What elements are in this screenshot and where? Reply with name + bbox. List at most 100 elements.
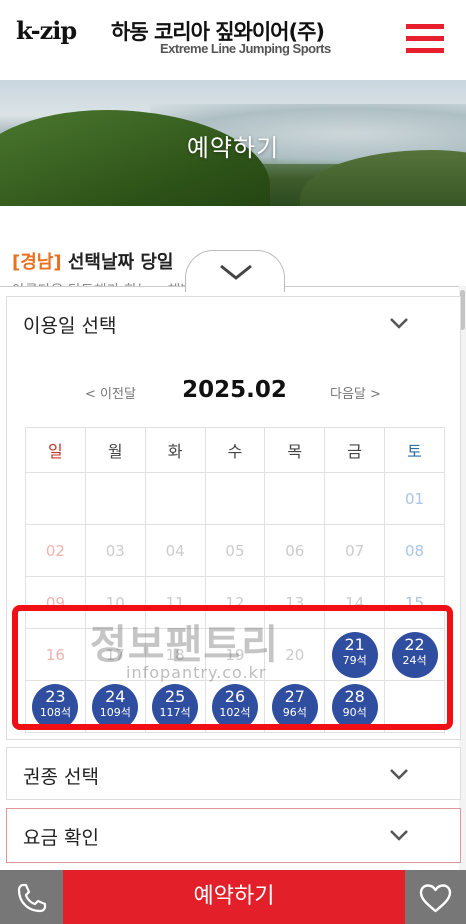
remaining-seats: 96석 bbox=[282, 706, 307, 720]
chevron-down-icon bbox=[390, 769, 408, 780]
logo-mark[interactable]: k-zip bbox=[16, 16, 77, 45]
ticket-section: 권종 선택 bbox=[6, 747, 461, 800]
remaining-seats: 117석 bbox=[159, 706, 191, 720]
ticket-section-header[interactable]: 권종 선택 bbox=[7, 748, 460, 800]
calendar-day: 20 bbox=[264, 628, 326, 681]
calendar-day: 01 bbox=[384, 472, 445, 525]
chevron-down-icon bbox=[220, 264, 252, 280]
page-title: 예약하기 bbox=[186, 134, 280, 162]
calendar-day: 13 bbox=[264, 576, 326, 629]
calendar-day-available: 21 79석 bbox=[324, 628, 386, 681]
calendar-day-available: 28 90석 bbox=[324, 680, 386, 733]
available-date-button[interactable]: 26 102석 bbox=[211, 683, 258, 730]
month-navigation: 2025.02 < 이전달 다음달 > bbox=[7, 377, 462, 407]
calendar-day bbox=[144, 472, 206, 525]
weekday-label: 수 bbox=[204, 427, 266, 473]
calendar-week: 09 10 11 12 13 14 15 bbox=[25, 576, 445, 629]
available-date-button[interactable]: 28 90석 bbox=[331, 683, 378, 730]
date-section-label: 이용일 선택 bbox=[23, 315, 117, 337]
weekday-label: 월 bbox=[84, 427, 146, 473]
date-number: 27 bbox=[284, 686, 305, 706]
calendar-day: 05 bbox=[204, 524, 266, 577]
price-section-label: 요금 확인 bbox=[23, 827, 99, 849]
calendar-day bbox=[324, 472, 386, 525]
chevron-down-icon bbox=[390, 830, 408, 841]
date-number: 22 bbox=[404, 634, 425, 654]
calendar-day bbox=[25, 472, 86, 525]
product-heading: [경남] 선택날짜 당일 bbox=[12, 248, 174, 274]
weekday-label: 금 bbox=[324, 427, 386, 473]
available-date-button[interactable]: 24 109석 bbox=[92, 683, 139, 730]
date-number: 28 bbox=[344, 686, 365, 706]
calendar-day: 10 bbox=[84, 576, 146, 629]
calendar-day: 14 bbox=[324, 576, 386, 629]
price-section: 요금 확인 bbox=[6, 808, 461, 863]
date-section: 이용일 선택 2025.02 < 이전달 다음달 > 일월화수목금토 01 02 0… bbox=[6, 296, 461, 740]
calendar-day: 17 bbox=[84, 628, 146, 681]
available-date-button[interactable]: 21 79석 bbox=[331, 631, 378, 678]
date-number: 25 bbox=[164, 686, 186, 706]
reserve-button[interactable]: 예약하기 bbox=[63, 870, 405, 924]
phone-button[interactable] bbox=[0, 870, 63, 924]
calendar-day: 04 bbox=[144, 524, 206, 577]
date-section-header[interactable]: 이용일 선택 bbox=[7, 297, 460, 349]
calendar-week: 02 03 04 05 06 07 08 bbox=[25, 524, 445, 577]
remaining-seats: 102석 bbox=[219, 706, 251, 720]
date-number: 24 bbox=[105, 686, 126, 706]
calendar-day bbox=[84, 472, 146, 525]
available-date-button[interactable]: 23 108석 bbox=[32, 683, 79, 730]
calendar-day: 12 bbox=[204, 576, 266, 629]
date-number: 21 bbox=[344, 634, 365, 654]
calendar-week: 16 17 18 19 20 21 79석 22 24석 bbox=[25, 628, 445, 681]
calendar-day: 06 bbox=[264, 524, 326, 577]
prev-month-button[interactable]: < 이전달 bbox=[85, 383, 136, 402]
calendar-day-available: 25 117석 bbox=[144, 680, 206, 733]
calendar-day: 15 bbox=[384, 576, 445, 629]
calendar-day bbox=[204, 472, 266, 525]
site-header: k-zip 하동 코리아 짚와이어(주) Extreme Line Jumpin… bbox=[0, 0, 466, 80]
calendar-day: 09 bbox=[25, 576, 86, 629]
calendar-day-available: 23 108석 bbox=[25, 680, 86, 733]
calendar-day-available: 27 96석 bbox=[264, 680, 326, 733]
available-date-button[interactable]: 22 24석 bbox=[391, 631, 438, 678]
weekday-label: 일 bbox=[25, 427, 86, 473]
calendar-week: 23 108석 24 109석 25 117석 26 102석 27 96석 28 90석 bbox=[25, 680, 445, 733]
product-title: 선택날짜 당일 bbox=[67, 252, 174, 273]
calendar-day: 03 bbox=[84, 524, 146, 577]
current-month: 2025.02 bbox=[182, 377, 287, 403]
heart-icon bbox=[419, 884, 452, 913]
chevron-down-icon bbox=[390, 318, 408, 329]
weekday-label: 토 bbox=[384, 427, 445, 473]
calendar-day: 18 bbox=[144, 628, 206, 681]
drawer-toggle[interactable] bbox=[185, 250, 285, 292]
date-number: 23 bbox=[45, 686, 66, 706]
calendar-day bbox=[384, 680, 445, 733]
wishlist-button[interactable] bbox=[405, 870, 466, 924]
logo-tagline: Extreme Line Jumping Sports bbox=[160, 41, 331, 56]
menu-icon[interactable] bbox=[406, 24, 444, 54]
price-section-header[interactable]: 요금 확인 bbox=[7, 809, 460, 861]
weekday-label: 목 bbox=[264, 427, 326, 473]
calendar-weekdays: 일월화수목금토 bbox=[25, 427, 445, 473]
phone-icon bbox=[17, 883, 47, 913]
calendar-day: 08 bbox=[384, 524, 445, 577]
ticket-section-label: 권종 선택 bbox=[23, 766, 99, 788]
calendar: 일월화수목금토 01 02 03 04 05 06 07 08 09 10 11 12 13 14 15 16… bbox=[25, 427, 445, 733]
calendar-day: 02 bbox=[25, 524, 86, 577]
calendar-day: 11 bbox=[144, 576, 206, 629]
available-date-button[interactable]: 27 96석 bbox=[271, 683, 318, 730]
remaining-seats: 108석 bbox=[39, 706, 71, 720]
next-month-button[interactable]: 다음달 > bbox=[330, 383, 381, 402]
calendar-day-available: 24 109석 bbox=[84, 680, 146, 733]
remaining-seats: 79석 bbox=[342, 654, 367, 668]
calendar-day: 19 bbox=[204, 628, 266, 681]
weekday-label: 화 bbox=[144, 427, 206, 473]
available-date-button[interactable]: 25 117석 bbox=[152, 683, 199, 730]
calendar-day-available: 22 24석 bbox=[384, 628, 445, 681]
calendar-day-available: 26 102석 bbox=[204, 680, 266, 733]
date-number: 26 bbox=[224, 686, 246, 706]
calendar-day: 16 bbox=[25, 628, 86, 681]
remaining-seats: 109석 bbox=[99, 706, 131, 720]
remaining-seats: 90석 bbox=[342, 706, 367, 720]
remaining-seats: 24석 bbox=[402, 654, 427, 668]
